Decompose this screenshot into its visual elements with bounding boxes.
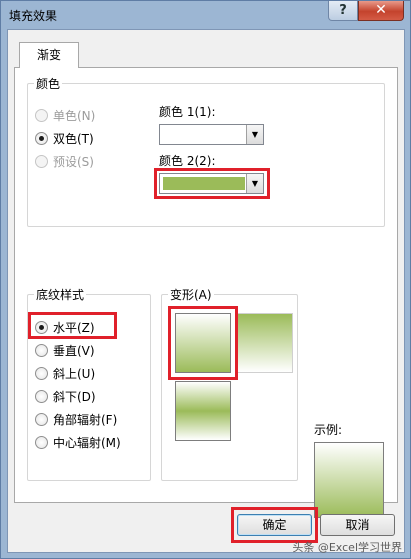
colors-legend: 颜色 bbox=[34, 75, 63, 92]
dialog-title: 填充效果 bbox=[9, 9, 58, 23]
variant-tile-2[interactable] bbox=[237, 313, 293, 373]
variant-tile-3[interactable] bbox=[175, 381, 231, 441]
sample-label: 示例: bbox=[314, 423, 343, 437]
color2-label: 颜色 2(2): bbox=[159, 154, 216, 168]
shading-styles-legend: 底纹样式 bbox=[34, 286, 87, 303]
close-icon: ✕ bbox=[375, 2, 387, 18]
ok-button[interactable]: 确定 bbox=[237, 514, 312, 536]
color2-swatch bbox=[163, 177, 245, 190]
radio-two-colors-indicator[interactable] bbox=[35, 131, 48, 145]
radio-from-center-indicator[interactable] bbox=[35, 435, 48, 449]
radio-two-colors-label: 双色(T) bbox=[53, 131, 94, 146]
variants-group: 变形(A) bbox=[161, 286, 298, 481]
variants-legend: 变形(A) bbox=[168, 286, 214, 303]
chevron-down-icon[interactable]: ▼ bbox=[246, 174, 263, 193]
title-bar[interactable]: 填充效果 ? ✕ bbox=[1, 1, 410, 29]
color1-dropdown[interactable]: ▼ bbox=[159, 124, 264, 145]
radio-one-color[interactable]: 单色(N) bbox=[35, 107, 95, 123]
radio-from-corner-label: 角部辐射(F) bbox=[53, 412, 118, 427]
radio-horizontal-indicator[interactable] bbox=[35, 320, 48, 334]
radio-preset[interactable]: 预设(S) bbox=[35, 153, 94, 169]
radio-diagonal-up-label: 斜上(U) bbox=[53, 366, 96, 381]
cancel-button[interactable]: 取消 bbox=[320, 514, 395, 536]
radio-two-colors[interactable]: 双色(T) bbox=[35, 130, 94, 146]
radio-from-center-label: 中心辐射(M) bbox=[53, 435, 121, 450]
radio-preset-indicator[interactable] bbox=[35, 154, 48, 168]
radio-vertical-indicator[interactable] bbox=[35, 343, 48, 357]
shading-styles-group: 底纹样式 水平(Z) 垂直(V) 斜上(U) 斜下(D) 角部辐射(F) 中心辐… bbox=[27, 286, 151, 481]
radio-diagonal-down-indicator[interactable] bbox=[35, 389, 48, 403]
chevron-down-icon[interactable]: ▼ bbox=[246, 125, 263, 144]
radio-diagonal-up-indicator[interactable] bbox=[35, 366, 48, 380]
help-button[interactable]: ? bbox=[328, 1, 358, 21]
color1-label: 颜色 1(1): bbox=[159, 105, 216, 119]
sample-preview bbox=[314, 442, 384, 518]
color2-dropdown[interactable]: ▼ bbox=[159, 173, 264, 194]
radio-preset-label: 预设(S) bbox=[53, 154, 94, 169]
tab-gradient[interactable]: 渐变 bbox=[19, 42, 79, 68]
close-button[interactable]: ✕ bbox=[358, 1, 404, 21]
radio-vertical-label: 垂直(V) bbox=[53, 343, 95, 358]
fill-effects-dialog: 填充效果 ? ✕ 渐变 颜色 单色(N) 双色(T) 预设(S) 颜色 1(1)… bbox=[0, 0, 411, 559]
radio-from-corner[interactable]: 角部辐射(F) bbox=[35, 411, 117, 427]
radio-from-corner-indicator[interactable] bbox=[35, 412, 48, 426]
variant-tile-1[interactable] bbox=[175, 313, 231, 373]
radio-from-center[interactable]: 中心辐射(M) bbox=[35, 434, 121, 450]
radio-diagonal-down-label: 斜下(D) bbox=[53, 389, 96, 404]
gradient-panel: 颜色 单色(N) 双色(T) 预设(S) 颜色 1(1): ▼ 颜色 2(2):… bbox=[14, 67, 398, 518]
watermark: 头条 @Excel学习世界 bbox=[292, 541, 402, 554]
radio-diagonal-up[interactable]: 斜上(U) bbox=[35, 365, 95, 381]
colors-group: 颜色 单色(N) 双色(T) 预设(S) 颜色 1(1): ▼ 颜色 2(2):… bbox=[27, 75, 385, 227]
radio-horizontal[interactable]: 水平(Z) bbox=[35, 319, 95, 335]
radio-horizontal-label: 水平(Z) bbox=[53, 320, 95, 335]
color1-swatch bbox=[163, 128, 245, 141]
radio-vertical[interactable]: 垂直(V) bbox=[35, 342, 95, 358]
radio-one-color-label: 单色(N) bbox=[53, 108, 96, 123]
radio-one-color-indicator[interactable] bbox=[35, 108, 48, 122]
dialog-client-area: 渐变 颜色 单色(N) 双色(T) 预设(S) 颜色 1(1): ▼ 颜色 2(… bbox=[7, 29, 405, 553]
radio-diagonal-down[interactable]: 斜下(D) bbox=[35, 388, 96, 404]
